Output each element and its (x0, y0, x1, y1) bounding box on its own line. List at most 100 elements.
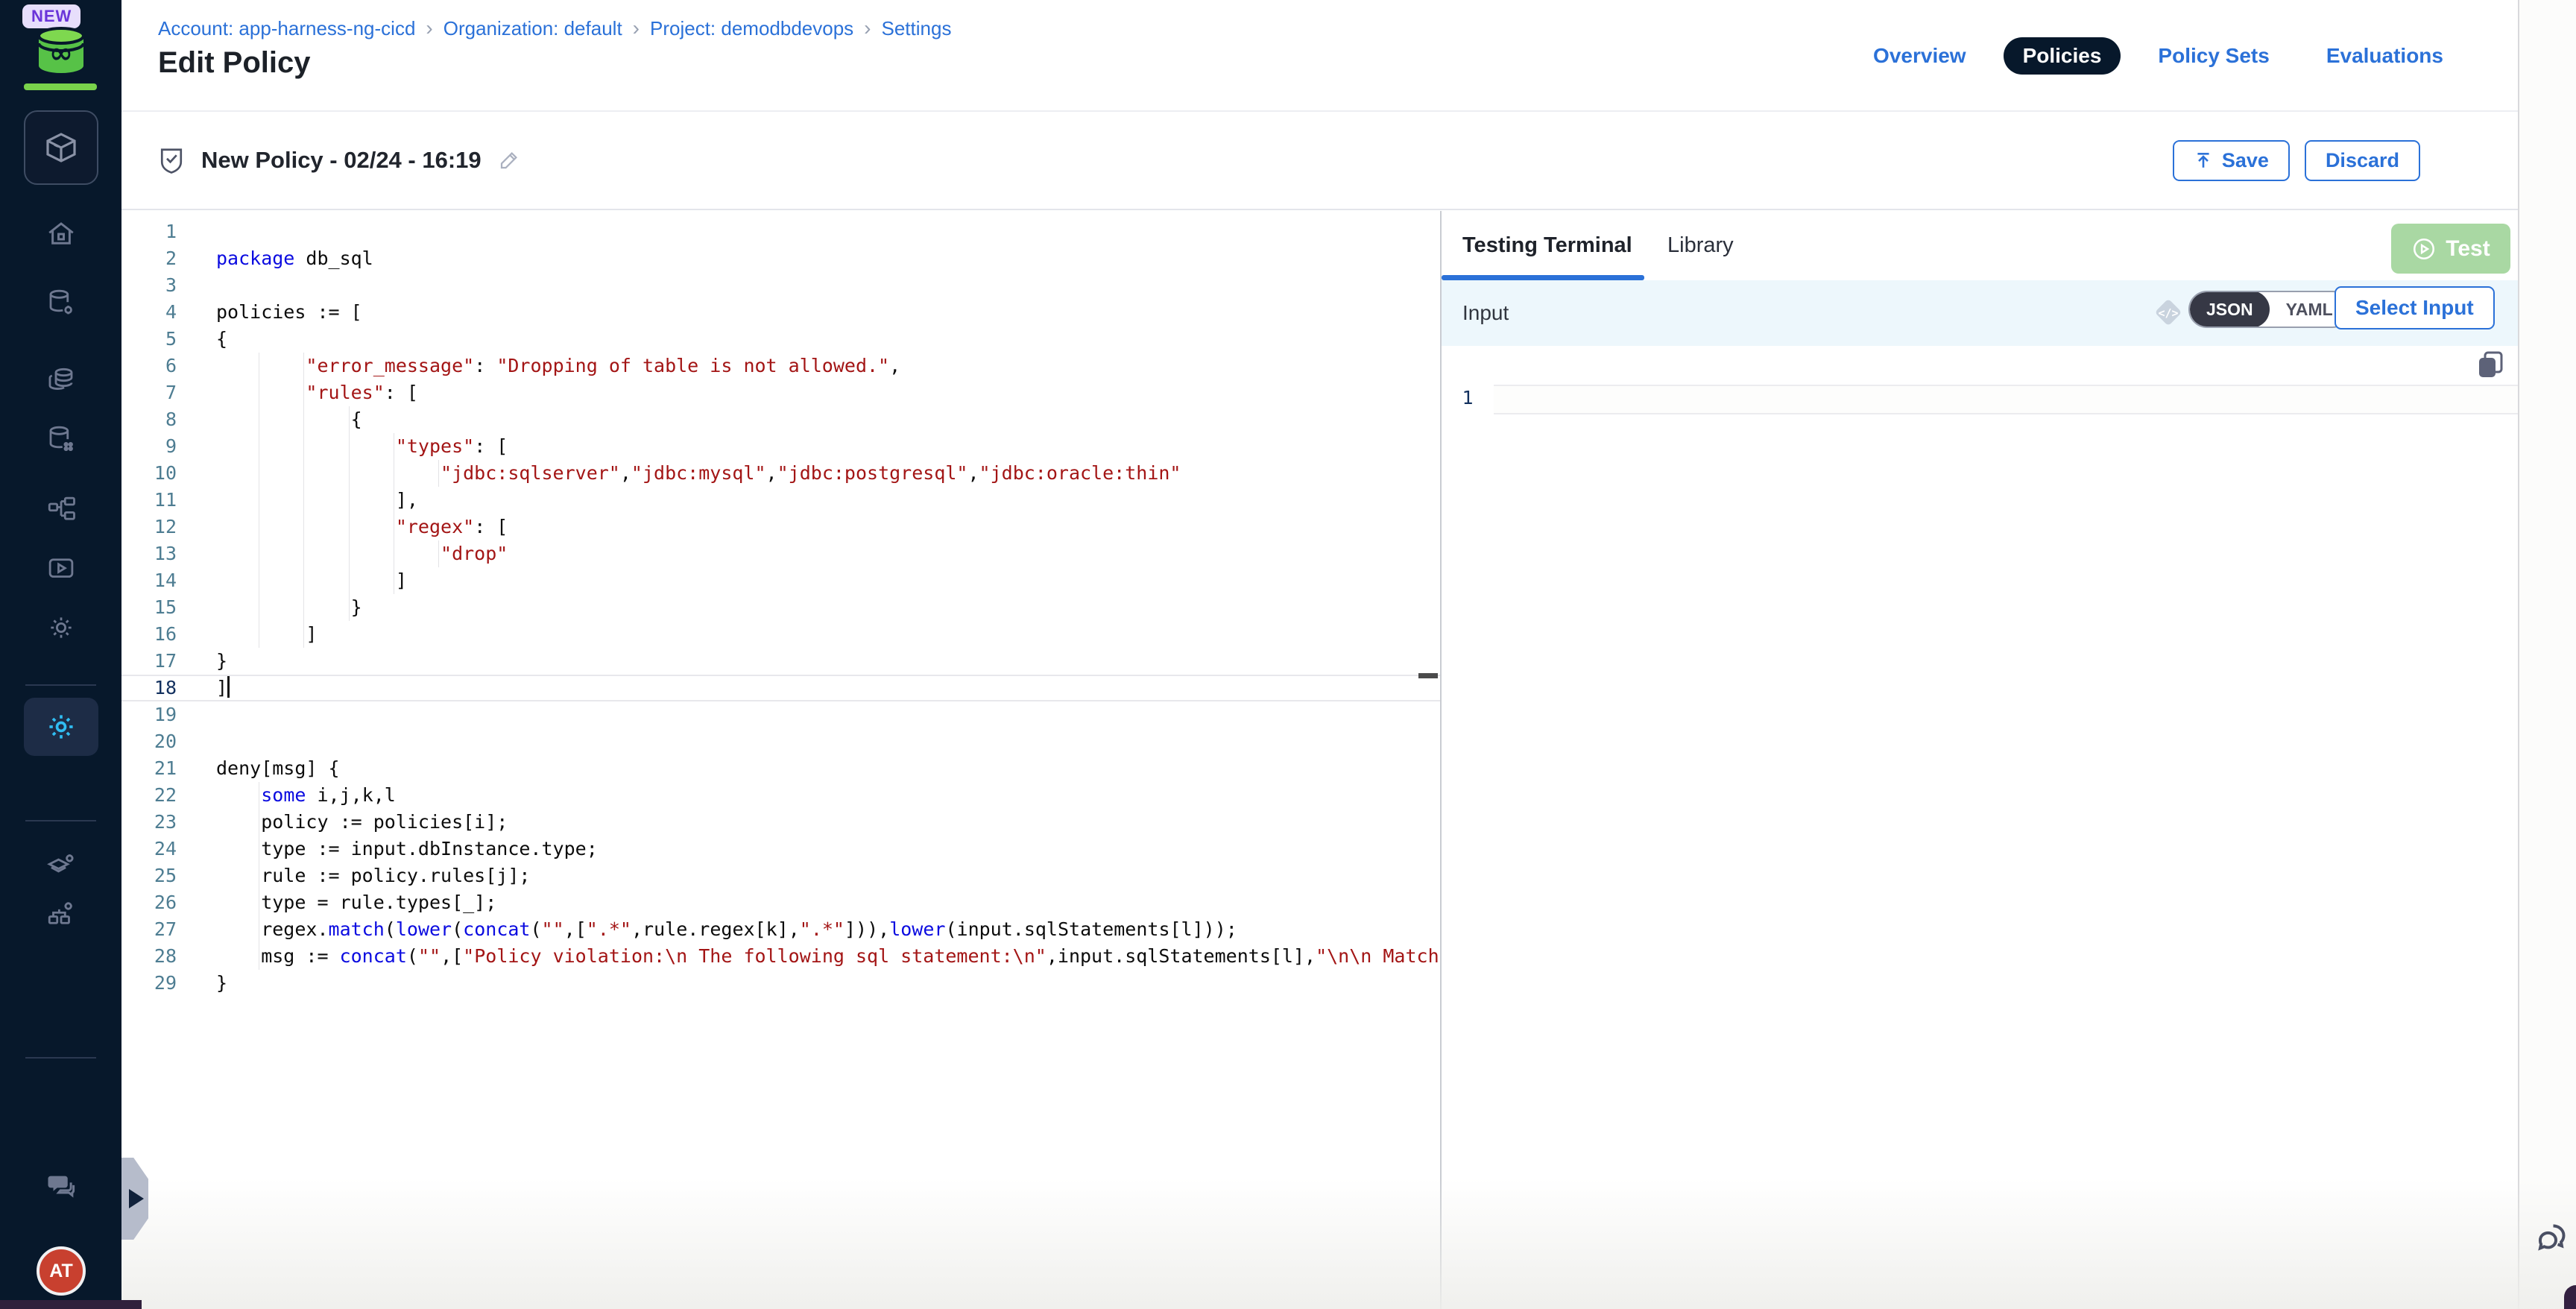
code-line[interactable]: 14 ] (121, 567, 1440, 594)
code-line[interactable]: 24 type := input.dbInstance.type; (121, 836, 1440, 862)
sidebar-item-settings-active[interactable] (24, 698, 98, 756)
line-content: { (177, 406, 1440, 433)
logo-underline (24, 83, 97, 90)
policy-code-editor[interactable]: 12package db_sql34policies := [5{6 "erro… (121, 211, 1440, 1309)
input-editor[interactable]: 1 (1442, 385, 2518, 414)
sidebar-item-org-settings[interactable] (0, 898, 121, 930)
line-content: ], (177, 487, 1440, 514)
code-line[interactable]: 19 (121, 701, 1440, 728)
indent-guide (349, 487, 350, 514)
code-line[interactable]: 7 "rules": [ (121, 379, 1440, 406)
settings-gear-icon (45, 710, 78, 743)
code-line[interactable]: 16 ] (121, 621, 1440, 648)
code-line[interactable]: 27 regex.match(lower(concat("",[".*",rul… (121, 916, 1440, 943)
code-line[interactable]: 12 "regex": [ (121, 514, 1440, 540)
svg-text:?: ? (54, 1176, 60, 1188)
line-number: 26 (121, 889, 177, 916)
line-content (177, 218, 1440, 245)
sidebar-item-home[interactable] (0, 218, 121, 250)
nav-tab-policy-sets[interactable]: Policy Sets (2138, 37, 2288, 75)
code-line[interactable]: 15 } (121, 594, 1440, 621)
breadcrumb-link[interactable]: Settings (882, 17, 952, 40)
breadcrumb-link[interactable]: Project: demodbdevops (650, 17, 853, 40)
breadcrumb-link[interactable]: Organization: default (443, 17, 622, 40)
code-line[interactable]: 8 { (121, 406, 1440, 433)
sidebar-item-pipelines[interactable] (0, 493, 121, 525)
nav-tab-overview[interactable]: Overview (1854, 37, 1986, 75)
code-line[interactable]: 29} (121, 970, 1440, 997)
line-content (177, 701, 1440, 728)
code-line[interactable]: 23 policy := policies[i]; (121, 809, 1440, 836)
input-editor-line[interactable] (1494, 385, 2518, 414)
line-content: ] (177, 567, 1440, 594)
line-number: 17 (121, 648, 177, 675)
line-content: "types": [ (177, 433, 1440, 460)
gear-icon (45, 612, 77, 643)
indent-guide (303, 487, 304, 514)
tab-library[interactable]: Library (1667, 233, 1734, 258)
code-line[interactable]: 9 "types": [ (121, 433, 1440, 460)
line-content (177, 272, 1440, 299)
active-tab-underline (1442, 275, 1644, 280)
policy-name: New Policy - 02/24 - 16:19 (201, 147, 482, 174)
user-avatar[interactable]: AT (37, 1246, 86, 1296)
code-line[interactable]: 13 "drop" (121, 540, 1440, 567)
test-button[interactable]: Test (2391, 224, 2510, 274)
code-line[interactable]: 26 type = rule.types[_]; (121, 889, 1440, 916)
code-line[interactable]: 17} (121, 648, 1440, 675)
code-line[interactable]: 28 msg := concat("",["Policy violation:\… (121, 943, 1440, 970)
breadcrumb-separator: › (864, 16, 871, 40)
nav-tab-evaluations[interactable]: Evaluations (2307, 37, 2463, 75)
code-line[interactable]: 25 rule := policy.rules[j]; (121, 862, 1440, 889)
line-number: 7 (121, 379, 177, 406)
code-line[interactable]: 21deny[msg] { (121, 755, 1440, 782)
code-line[interactable]: 5{ (121, 326, 1440, 353)
input-label: Input (1462, 301, 1509, 325)
sidebar-item-configure[interactable] (0, 612, 121, 643)
sidebar-item-db-instances[interactable] (0, 288, 121, 319)
code-line[interactable]: 2package db_sql (121, 245, 1440, 272)
line-number: 11 (121, 487, 177, 514)
line-content: policy := policies[i]; (177, 809, 1440, 836)
sidebar-help-button[interactable]: ? (0, 1169, 121, 1200)
discard-button[interactable]: Discard (2305, 140, 2420, 181)
code-line[interactable]: 18] (121, 675, 1440, 701)
code-line[interactable]: 20 (121, 728, 1440, 755)
sidebar-item-db-schemas[interactable] (0, 424, 121, 455)
testing-panel: Testing Terminal Library Test Input </> … (1442, 211, 2518, 1309)
select-input-button[interactable]: Select Input (2334, 286, 2495, 329)
save-button[interactable]: Save (2173, 140, 2290, 181)
sidebar-item-default-settings[interactable] (0, 850, 121, 881)
code-line[interactable]: 6 "error_message": "Dropping of table is… (121, 353, 1440, 379)
code-line[interactable]: 4policies := [ (121, 299, 1440, 326)
code-format-icon: </> (2151, 295, 2185, 329)
line-number: 3 (121, 272, 177, 299)
line-number: 6 (121, 353, 177, 379)
breadcrumb-link[interactable]: Account: app-harness-ng-cicd (158, 17, 415, 40)
sidebar-module-button[interactable] (24, 110, 98, 185)
indent-guide (303, 621, 304, 648)
edit-pencil-icon[interactable] (498, 149, 520, 171)
sidebar-item-databases[interactable] (0, 365, 121, 396)
copy-icon[interactable] (2476, 350, 2506, 381)
code-line[interactable]: 1 (121, 218, 1440, 245)
code-line[interactable]: 3 (121, 272, 1440, 299)
line-number: 21 (121, 755, 177, 782)
code-line[interactable]: 10 "jdbc:sqlserver","jdbc:mysql","jdbc:p… (121, 460, 1440, 487)
code-line[interactable]: 11 ], (121, 487, 1440, 514)
nav-tab-policies[interactable]: Policies (2004, 37, 2121, 75)
indent-guide (303, 567, 304, 594)
upload-icon (2194, 151, 2213, 170)
code-line[interactable]: 22 some i,j,k,l (121, 782, 1440, 809)
line-number: 22 (121, 782, 177, 809)
indent-guide (349, 406, 350, 433)
tab-testing-terminal[interactable]: Testing Terminal (1462, 233, 1632, 258)
org-gear-icon (45, 898, 77, 930)
line-content (177, 728, 1440, 755)
dbdevops-logo-icon[interactable]: ∞ (34, 27, 88, 75)
indent-guide (438, 540, 439, 567)
right-gutter (2519, 0, 2576, 1309)
format-json[interactable]: JSON (2190, 291, 2270, 328)
resource-center-chat-icon[interactable] (2530, 1218, 2572, 1261)
sidebar-item-executions[interactable] (0, 553, 121, 584)
